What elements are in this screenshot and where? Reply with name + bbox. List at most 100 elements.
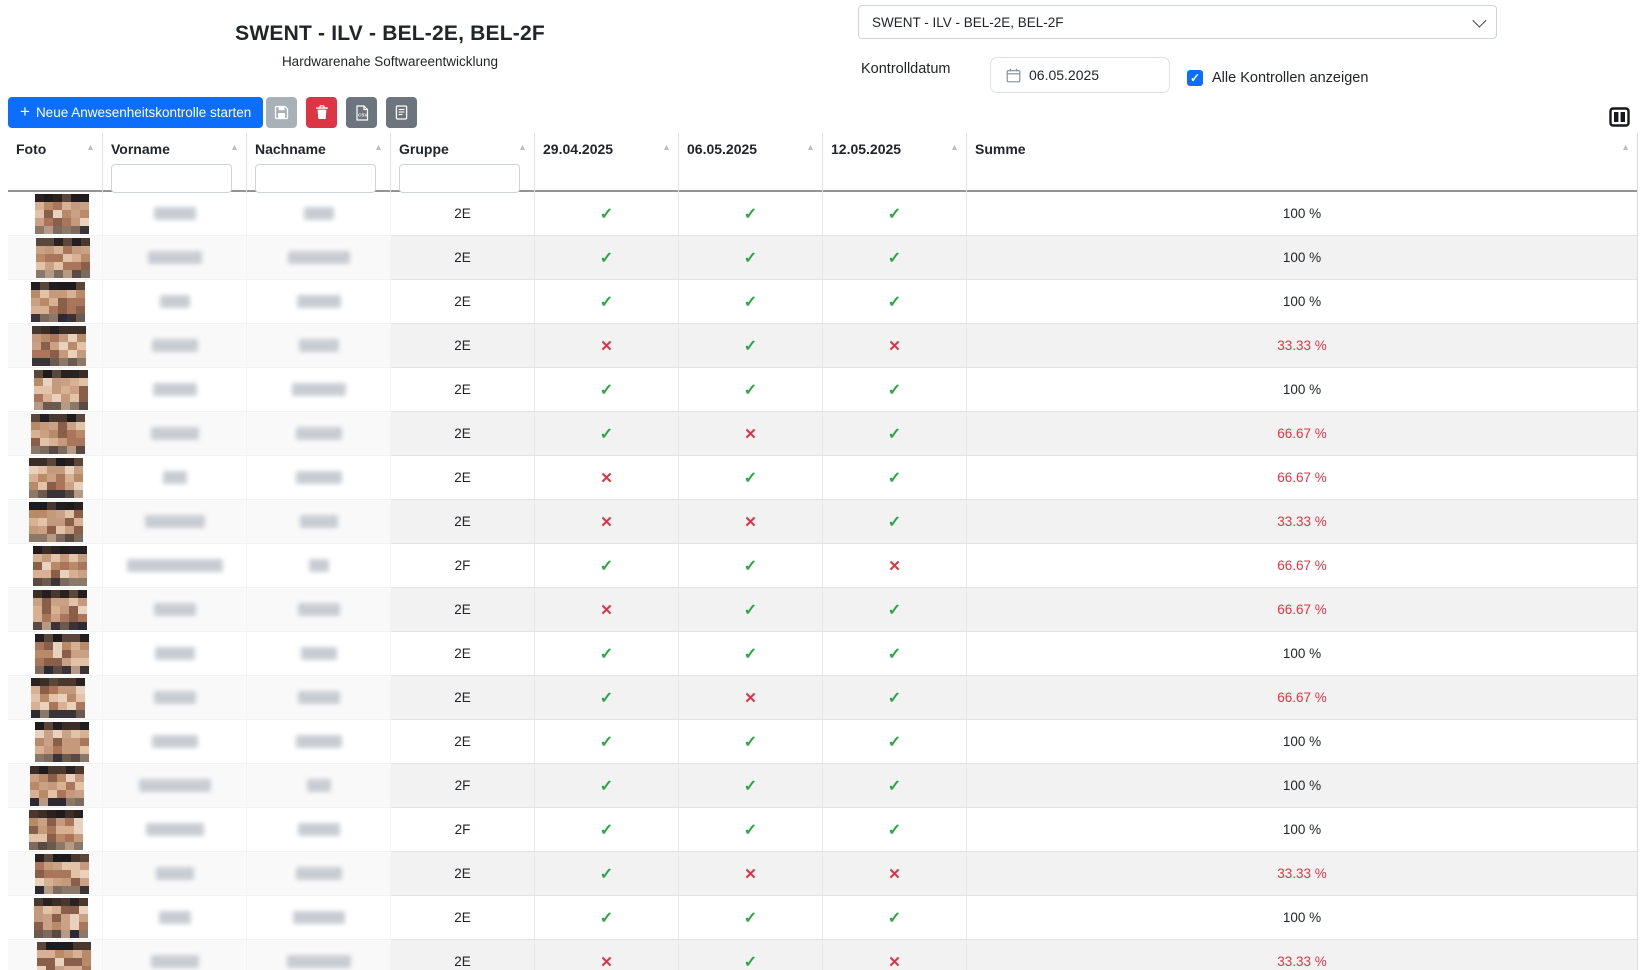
check-icon[interactable]: ✓ [744,204,757,224]
check-icon[interactable]: ✓ [744,644,757,664]
redacted-vorname [146,823,204,836]
check-icon[interactable]: ✓ [600,556,613,576]
column-header-nachname[interactable]: Nachname ▲ [247,133,391,193]
sort-icon[interactable]: ▲ [518,142,527,152]
redacted-nachname [292,383,346,396]
column-header-summe[interactable]: Summe ▲ [967,133,1637,193]
sort-icon[interactable]: ▲ [806,142,815,152]
cross-icon[interactable]: ✕ [744,689,757,707]
column-header-date-3[interactable]: 12.05.2025 ▲ [823,133,967,193]
cross-icon[interactable]: ✕ [744,865,757,883]
nachname-filter-input[interactable] [255,164,376,193]
check-icon[interactable]: ✓ [888,292,901,312]
vorname-filter-input[interactable] [111,164,232,193]
check-icon[interactable]: ✓ [600,644,613,664]
check-icon[interactable]: ✓ [600,864,613,884]
sort-icon[interactable]: ▲ [230,142,239,152]
save-button[interactable] [266,97,297,128]
summe-cell: 66.67 % [967,544,1637,587]
kontrolldatum-date-input[interactable]: 06.05.2025 [990,57,1170,93]
check-icon[interactable]: ✓ [600,732,613,752]
column-header-date-1[interactable]: 29.04.2025 ▲ [535,133,679,193]
redacted-nachname [298,603,340,616]
attendance-cell-29.04.2025: ✓ [535,280,679,323]
cross-icon[interactable]: ✕ [888,953,901,970]
check-icon[interactable]: ✓ [600,380,613,400]
report-button[interactable] [386,97,417,128]
new-attendance-control-button[interactable]: + Neue Anwesenheitskontrolle starten [8,97,263,128]
alle-kontrollen-checkbox[interactable]: ✓ [1187,70,1203,86]
attendance-cell-12.05.2025: ✓ [823,808,967,851]
check-icon[interactable]: ✓ [888,820,901,840]
redacted-vorname [152,735,198,748]
cross-icon[interactable]: ✕ [888,337,901,355]
file-csv-icon: CSV [355,105,369,121]
check-icon[interactable]: ✓ [600,292,613,312]
check-icon[interactable]: ✓ [744,336,757,356]
cross-icon[interactable]: ✕ [600,513,613,531]
sort-icon[interactable]: ▲ [662,142,671,152]
column-header-gruppe[interactable]: Gruppe ▲ [391,133,535,193]
column-header-date-2[interactable]: 06.05.2025 ▲ [679,133,823,193]
gruppe-filter-input[interactable] [399,164,520,193]
cross-icon[interactable]: ✕ [600,337,613,355]
check-icon[interactable]: ✓ [600,424,613,444]
check-icon[interactable]: ✓ [744,248,757,268]
attendance-cell-29.04.2025: ✓ [535,676,679,719]
check-icon[interactable]: ✓ [888,908,901,928]
check-icon[interactable]: ✓ [744,380,757,400]
check-icon[interactable]: ✓ [888,688,901,708]
check-icon[interactable]: ✓ [888,776,901,796]
sort-icon[interactable]: ▲ [374,142,383,152]
column-header-foto[interactable]: Foto ▲ [8,133,103,193]
check-icon[interactable]: ✓ [744,908,757,928]
check-icon[interactable]: ✓ [744,468,757,488]
check-icon[interactable]: ✓ [888,732,901,752]
check-icon[interactable]: ✓ [744,292,757,312]
check-icon[interactable]: ✓ [600,776,613,796]
check-icon[interactable]: ✓ [600,204,613,224]
check-icon[interactable]: ✓ [744,556,757,576]
check-icon[interactable]: ✓ [888,600,901,620]
check-icon[interactable]: ✓ [888,644,901,664]
gruppe-cell: 2E [391,368,535,411]
check-icon[interactable]: ✓ [600,908,613,928]
check-icon[interactable]: ✓ [744,820,757,840]
attendance-cell-29.04.2025: ✓ [535,632,679,675]
check-icon[interactable]: ✓ [600,688,613,708]
redacted-vorname [151,955,199,968]
cross-icon[interactable]: ✕ [600,601,613,619]
gruppe-cell: 2E [391,720,535,763]
sort-icon[interactable]: ▲ [950,142,959,152]
check-icon[interactable]: ✓ [888,248,901,268]
check-icon[interactable]: ✓ [888,204,901,224]
gruppe-cell: 2E [391,192,535,235]
delete-button[interactable] [306,97,337,128]
check-icon[interactable]: ✓ [600,248,613,268]
check-icon[interactable]: ✓ [600,820,613,840]
course-select[interactable]: SWENT - ILV - BEL-2E, BEL-2F [858,5,1497,39]
sort-icon[interactable]: ▲ [1621,142,1630,152]
check-icon[interactable]: ✓ [744,952,757,970]
cross-icon[interactable]: ✕ [600,469,613,487]
cross-icon[interactable]: ✕ [600,953,613,970]
check-icon[interactable]: ✓ [744,600,757,620]
cross-icon[interactable]: ✕ [888,557,901,575]
attendance-cell-06.05.2025: ✓ [679,192,823,235]
export-csv-button[interactable]: CSV [346,97,377,128]
check-icon[interactable]: ✓ [888,424,901,444]
cross-icon[interactable]: ✕ [888,865,901,883]
layout-columns-icon[interactable] [1609,107,1630,127]
redacted-vorname [151,427,199,440]
check-icon[interactable]: ✓ [744,732,757,752]
check-icon[interactable]: ✓ [888,380,901,400]
cross-icon[interactable]: ✕ [744,425,757,443]
attendance-cell-12.05.2025: ✓ [823,368,967,411]
summe-value: 33.33 % [1277,514,1327,529]
check-icon[interactable]: ✓ [888,512,901,532]
check-icon[interactable]: ✓ [888,468,901,488]
sort-icon[interactable]: ▲ [86,142,95,152]
column-header-vorname[interactable]: Vorname ▲ [103,133,247,193]
check-icon[interactable]: ✓ [744,776,757,796]
cross-icon[interactable]: ✕ [744,513,757,531]
